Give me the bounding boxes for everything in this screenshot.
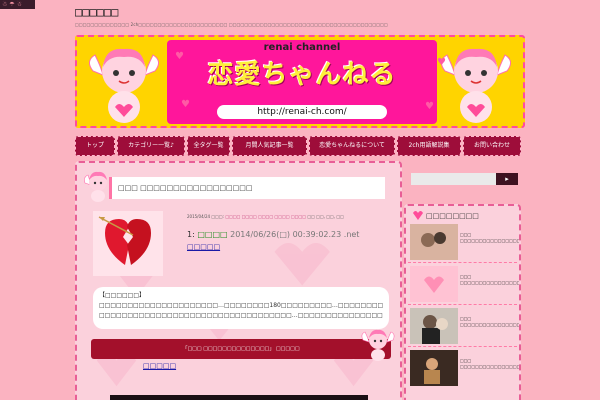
- sidebar-article-item[interactable]: □□□ □□□□□□□□□□□□□□□□□□□□□□: [410, 308, 521, 344]
- sidebar-article-title: □□□ □□□□□□□□□□□□□□□□□□□□□□□: [460, 232, 521, 243]
- tag-link[interactable]: □□□□: [242, 214, 257, 219]
- sidebar-article-item[interactable]: □□□ □□□□□□□□□□□□□□□□□□□□: [410, 266, 521, 302]
- article-meta: 2015/04/24 □□□: □□□□ □□□□ □□□□ □□□□ □□□□…: [187, 214, 397, 219]
- sidebar-article-item[interactable]: □□□ □□□□□□□□□□□□□□□□□□□□□□□: [410, 224, 521, 260]
- heart-icon: ♥: [425, 101, 434, 112]
- corner-badge: ☃ ☂ ☃: [0, 0, 35, 9]
- response-body-link[interactable]: □□□□□: [187, 243, 220, 251]
- read-more-button[interactable]: 「□□□ □□□□□□□□□□□□□□」 □□□□□: [91, 339, 391, 359]
- banner-logo-panel: renai channel 恋愛ちゃんねる http://renai-ch.co…: [167, 40, 437, 124]
- article-thumbnail: [410, 350, 458, 386]
- sidebar-article-item[interactable]: □□□ □□□□□□□□□□□□□□□□□: [410, 350, 521, 386]
- tag-link[interactable]: □□□□: [275, 214, 290, 219]
- sidebar-popular: □□□□□□□□ □□□ □□□□□□□□□□□□□□□□ □□□ □□□□ □□□…: [404, 204, 521, 400]
- summary-heading: 【□□□□□□】: [99, 292, 146, 299]
- heart-icon: ♥: [175, 51, 184, 62]
- global-nav: トップ カテゴリー一覧♪ 全タグ一覧 月間人気記事一覧 恋愛ちゃんねるについて …: [75, 136, 525, 156]
- summary-line: □□□□□□□□□□□□□□□□□□□□□…□□□□□□□□180□□□□□□□…: [99, 302, 383, 309]
- tag-link[interactable]: □□□□: [291, 214, 306, 219]
- heart-icon: [413, 211, 423, 220]
- nav-item-categories[interactable]: カテゴリー一覧♪: [117, 136, 185, 156]
- post-date: 2015/04/24: [187, 214, 211, 219]
- nav-item-all-tags[interactable]: 全タグ一覧: [187, 136, 230, 156]
- article-panel: □□□ □□□□□□□□□□□□□□□□□ 2015/04/24 □□□: □□…: [75, 161, 402, 400]
- nav-item-top[interactable]: トップ: [75, 136, 115, 156]
- nav-item-contact[interactable]: お問い合わせ: [463, 136, 521, 156]
- summary-line: □□□□□□□□□□□□□□□□□□□□□□□□□□□□□□□□□□…□□□□□…: [99, 312, 383, 319]
- sidebar-article-title: □□□ □□□□□□□□□□□□□□□□□□□□: [460, 274, 521, 285]
- banner-subtitle: renai channel: [263, 42, 341, 53]
- banner-logo-text: 恋愛ちゃんねる: [207, 60, 397, 90]
- divider: [408, 304, 517, 305]
- thread-response-header: 1: □□□□ 2014/06/26(□) 00:39:02.23 .net: [187, 230, 359, 239]
- divider: [408, 346, 517, 347]
- search-button[interactable]: ▸: [496, 173, 518, 185]
- article-thumbnail: [410, 224, 458, 260]
- article-title[interactable]: □□□ □□□□□□□□□□□□□□□□□: [109, 177, 385, 199]
- article-footer-link[interactable]: □□□□□: [143, 362, 176, 370]
- site-description: □□□□□□□□□□□□□□ 2ch□□□□□□□□□□□□□□□□□□□□□□…: [75, 22, 388, 27]
- heart-icon: ♥: [181, 99, 190, 110]
- tag-link[interactable]: □□□□: [258, 214, 273, 219]
- tag-link[interactable]: □□□□: [225, 214, 240, 219]
- meta-label: □□□:: [211, 214, 225, 219]
- article-thumbnail: [410, 308, 458, 344]
- cupid-mini-icon: [84, 171, 107, 202]
- cupid-right-illustration: [441, 48, 511, 123]
- divider: [408, 262, 517, 263]
- search-input[interactable]: [411, 173, 496, 185]
- nav-item-glossary[interactable]: 2ch用語解説集: [397, 136, 461, 156]
- response-number: 1:: [187, 230, 195, 239]
- sidebar-article-title: □□□ □□□□□□□□□□□□□□□□□: [460, 358, 521, 369]
- sidebar-heading: □□□□□□□□: [426, 212, 479, 220]
- broken-heart-thumbnail[interactable]: [93, 211, 163, 276]
- meta-tail: □□ □□, □□, □□: [307, 214, 344, 219]
- heart-icon: ♥: [437, 57, 446, 68]
- nav-item-monthly-popular[interactable]: 月間人気記事一覧: [232, 136, 307, 156]
- nav-item-about[interactable]: 恋愛ちゃんねるについて: [309, 136, 395, 156]
- banner-url: http://renai-ch.com/: [217, 105, 387, 119]
- response-author: □□□□: [197, 230, 228, 239]
- site-title[interactable]: □□□□□□: [75, 5, 118, 19]
- sidebar-article-title: □□□ □□□□□□□□□□□□□□□□□□□□□□: [460, 316, 521, 327]
- article-thumbnail: [410, 266, 458, 302]
- response-date: 2014/06/26(□) 00:39:02.23 .net: [230, 230, 360, 239]
- embedded-media-strip: [110, 395, 368, 400]
- site-banner[interactable]: renai channel 恋愛ちゃんねる http://renai-ch.co…: [75, 35, 525, 128]
- cupid-corner-icon: [361, 329, 395, 361]
- cupid-left-illustration: [89, 48, 159, 123]
- article-summary: 【□□□□□□】 □□□□□□□□□□□□□□□□□□□□□…□□□□□□□□1…: [93, 287, 389, 329]
